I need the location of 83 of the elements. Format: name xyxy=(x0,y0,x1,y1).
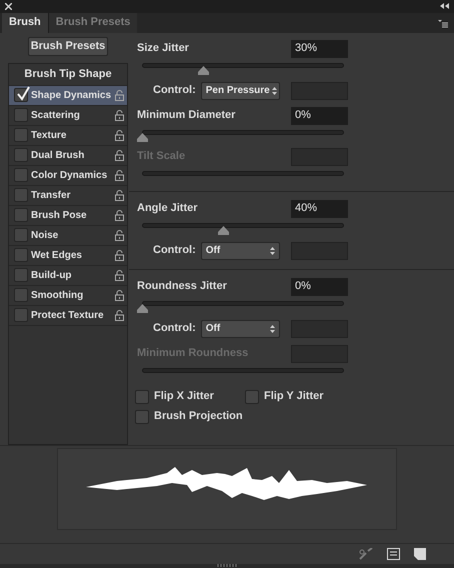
lock-icon[interactable] xyxy=(115,230,124,241)
checkbox[interactable] xyxy=(14,128,28,142)
lock-icon[interactable] xyxy=(115,170,124,181)
sidebar-item[interactable]: Texture xyxy=(9,126,127,146)
sidebar-item[interactable]: Protect Texture xyxy=(9,306,127,326)
sidebar-item-label: Smoothing xyxy=(31,288,84,303)
sidebar-item[interactable]: Smoothing xyxy=(9,286,127,306)
lock-icon[interactable] xyxy=(115,150,124,161)
value-field[interactable]: 30% xyxy=(291,40,348,58)
checkbox[interactable] xyxy=(14,228,28,242)
updown-arrows-icon xyxy=(270,246,275,255)
sidebar-item[interactable]: Noise xyxy=(9,226,127,246)
sidebar-item-label: Shape Dynamics xyxy=(31,88,112,103)
updown-arrows-icon xyxy=(270,324,275,333)
lock-icon[interactable] xyxy=(115,190,124,201)
checkbox-label: Brush Projection xyxy=(154,409,243,424)
sidebar-item[interactable]: Color Dynamics xyxy=(9,166,127,186)
lock-icon[interactable] xyxy=(115,310,124,321)
checkbox[interactable] xyxy=(14,148,28,162)
control-dropdown[interactable]: Off xyxy=(200,320,280,338)
sidebar-item[interactable]: Wet Edges xyxy=(9,246,127,266)
lock-icon[interactable] xyxy=(115,90,124,101)
checkbox[interactable] xyxy=(14,208,28,222)
setting-label: Roundness Jitter xyxy=(137,279,227,294)
control-dropdown[interactable]: Off xyxy=(200,242,280,260)
sidebar-item-label: Transfer xyxy=(31,188,72,203)
lock-icon[interactable] xyxy=(115,290,124,301)
checkbox[interactable] xyxy=(14,88,28,102)
checkbox-label: Flip X Jitter xyxy=(154,389,214,404)
checkbox[interactable] xyxy=(135,410,149,424)
value-field[interactable]: 40% xyxy=(291,200,348,218)
value-field[interactable]: 0% xyxy=(291,278,348,296)
lock-icon[interactable] xyxy=(115,270,124,281)
checkbox[interactable] xyxy=(14,288,28,302)
sidebar-item[interactable]: Scattering xyxy=(9,106,127,126)
checkbox[interactable] xyxy=(14,108,28,122)
setting-label: Size Jitter xyxy=(137,41,189,56)
sidebar-item[interactable]: Brush Pose xyxy=(9,206,127,226)
lock-icon[interactable] xyxy=(115,210,124,221)
checkbox[interactable] xyxy=(14,248,28,262)
checkbox-label: Flip Y Jitter xyxy=(264,389,324,404)
checkbox[interactable] xyxy=(245,390,259,404)
sidebar-item-label: Build-up xyxy=(31,268,73,283)
sidebar-item-label: Protect Texture xyxy=(31,308,105,323)
control-label: Control: xyxy=(153,243,196,258)
checkbox[interactable] xyxy=(14,268,28,282)
sidebar-item-label: Dual Brush xyxy=(31,148,86,163)
sidebar-item[interactable]: Dual Brush xyxy=(9,146,127,166)
updown-arrows-icon xyxy=(272,86,277,95)
control-label: Control: xyxy=(153,321,196,336)
sidebar-item-label: Texture xyxy=(31,128,68,143)
slider-thumb[interactable] xyxy=(218,226,229,235)
sidebar-item[interactable]: Transfer xyxy=(9,186,127,206)
control-dropdown[interactable]: Pen Pressure xyxy=(200,82,280,100)
slider-thumb[interactable] xyxy=(137,304,148,313)
setting-label: Minimum Diameter xyxy=(137,108,236,124)
checkbox[interactable] xyxy=(14,308,28,322)
checkbox[interactable] xyxy=(14,168,28,182)
lock-icon[interactable] xyxy=(115,250,124,261)
checkbox[interactable] xyxy=(135,390,149,404)
control-label: Control: xyxy=(153,83,196,98)
setting-label: Angle Jitter xyxy=(137,201,198,216)
close-icon[interactable] xyxy=(5,2,12,10)
slider-thumb[interactable] xyxy=(137,132,148,142)
tab[interactable]: Brush xyxy=(2,12,48,33)
sidebar-item-label: Noise xyxy=(31,228,60,243)
collapse-icon[interactable] xyxy=(440,3,449,10)
menu-icon[interactable] xyxy=(438,18,448,28)
sidebar-item[interactable]: Shape Dynamics xyxy=(9,86,127,106)
slider-thumb[interactable] xyxy=(198,66,209,75)
grid-icon[interactable] xyxy=(387,548,400,560)
lock-icon[interactable] xyxy=(115,130,124,141)
sidebar-item-label: Scattering xyxy=(31,108,81,123)
sidebar-item-label: Brush Pose xyxy=(31,208,88,223)
value-field[interactable]: 0% xyxy=(291,106,348,125)
checkbox[interactable] xyxy=(14,188,28,202)
resize-grip-icon[interactable] xyxy=(217,564,237,568)
sidebar-item-label: Color Dynamics xyxy=(31,168,108,183)
sidebar-item-label: Wet Edges xyxy=(31,248,83,263)
sidebar-item[interactable]: Build-up xyxy=(9,266,127,286)
brush-presets-button[interactable]: Brush Presets xyxy=(28,36,108,56)
new-page-icon[interactable] xyxy=(414,548,426,560)
lock-icon[interactable] xyxy=(115,110,124,121)
